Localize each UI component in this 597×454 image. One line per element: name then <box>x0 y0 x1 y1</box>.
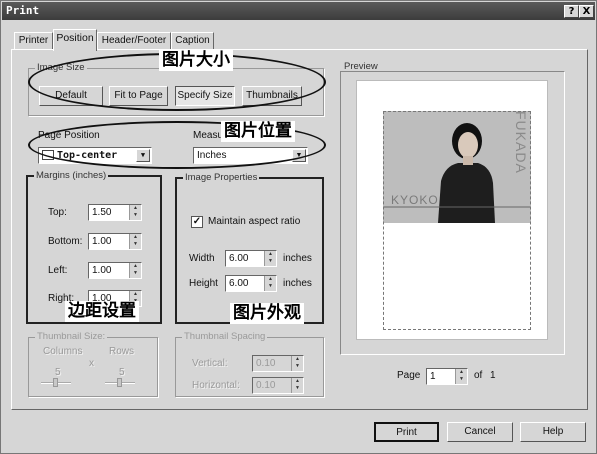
image-bounds-outline <box>383 111 531 330</box>
preview-page: FUKADA KYOKO <box>356 80 548 340</box>
thumbnail-size-group: Thumbnail Size: Columns Rows x 5 5 <box>28 331 158 397</box>
columns-label: Columns <box>43 346 83 357</box>
columns-slider[interactable] <box>41 378 71 387</box>
spinner-arrows-icon[interactable]: ▲▼ <box>291 378 303 393</box>
columns-value: 5 <box>55 367 61 378</box>
spinner-arrows-icon[interactable]: ▲▼ <box>291 356 303 371</box>
width-label: Width <box>189 253 215 264</box>
spinner-arrows-icon[interactable]: ▲▼ <box>129 205 141 220</box>
width-input[interactable]: 6.00 ▲ ▼ <box>225 250 277 267</box>
left-label: Left: <box>48 265 68 276</box>
width-unit: inches <box>283 253 312 264</box>
rows-slider[interactable] <box>105 378 135 387</box>
height-unit: inches <box>283 278 312 289</box>
annotation-appearance: 图片外观 <box>230 303 304 324</box>
horizontal-label: Horizontal: <box>192 380 240 391</box>
page-input[interactable]: 1 ▲ ▼ <box>426 368 468 385</box>
rows-label: Rows <box>109 346 135 357</box>
annotation-margins: 边距设置 <box>65 301 139 322</box>
help-title-button[interactable]: ? <box>564 5 579 18</box>
page-label: Page <box>397 370 421 381</box>
left-margin-input[interactable]: 1.00 ▲ ▼ <box>88 262 142 279</box>
spinner-arrows-icon[interactable]: ▲▼ <box>455 369 467 384</box>
window-title: Print <box>6 4 40 17</box>
slider-thumb-icon[interactable] <box>117 378 122 387</box>
bottom-margin-input[interactable]: 1.00 ▲ ▼ <box>88 233 142 250</box>
print-dialog: Print ? X Printer Position Header/Footer… <box>0 0 597 454</box>
page-value: 1 <box>430 371 436 382</box>
thumbnail-size-legend: Thumbnail Size: <box>35 331 108 342</box>
left-margin-value: 1.00 <box>92 265 112 276</box>
vertical-spacing-input[interactable]: 0.10 ▲ ▼ <box>252 355 304 372</box>
thumbnail-spacing-legend: Thumbnail Spacing <box>182 331 268 342</box>
tab-caption[interactable]: Caption <box>171 32 214 50</box>
maintain-aspect-checkbox[interactable]: ✓ <box>191 216 203 228</box>
spinner-arrows-icon[interactable]: ▲▼ <box>129 234 141 249</box>
spinner-arrows-icon[interactable]: ▲▼ <box>129 263 141 278</box>
thumbnail-spacing-group: Thumbnail Spacing Vertical: 0.10 ▲ ▼ Horiz… <box>175 331 324 397</box>
height-input[interactable]: 6.00 ▲ ▼ <box>225 275 277 292</box>
title-bar: Print ? X <box>2 2 595 20</box>
vertical-label: Vertical: <box>192 358 228 369</box>
print-button[interactable]: Print <box>374 422 439 442</box>
bottom-label: Bottom: <box>48 236 83 247</box>
rows-value: 5 <box>119 367 125 378</box>
height-value: 6.00 <box>229 278 249 289</box>
cancel-button[interactable]: Cancel <box>447 422 513 442</box>
total-pages: 1 <box>490 370 496 381</box>
of-label: of <box>474 370 483 381</box>
image-properties-legend: Image Properties <box>183 172 260 183</box>
slider-thumb-icon[interactable] <box>53 378 58 387</box>
horizontal-spacing-input[interactable]: 0.10 ▲ ▼ <box>252 377 304 394</box>
height-label: Height <box>189 278 218 289</box>
top-label: Top: <box>48 207 67 218</box>
image-properties-group: Image Properties ✓ Maintain aspect ratio… <box>175 172 324 324</box>
preview-pane: FUKADA KYOKO <box>340 71 565 355</box>
margins-legend: Margins (inches) <box>34 170 109 181</box>
help-button[interactable]: Help <box>520 422 586 442</box>
spinner-arrows-icon[interactable]: ▲▼ <box>264 276 276 291</box>
top-margin-value: 1.50 <box>92 207 112 218</box>
tab-printer[interactable]: Printer <box>14 32 53 50</box>
close-icon[interactable]: X <box>579 5 594 18</box>
maintain-aspect-label: Maintain aspect ratio <box>208 216 301 227</box>
annotation-position: 图片位置 <box>221 121 295 142</box>
tab-position[interactable]: Position <box>53 29 97 51</box>
vertical-spacing-value: 0.10 <box>256 358 276 369</box>
annotation-image-size: 图片大小 <box>159 50 233 71</box>
horizontal-spacing-value: 0.10 <box>256 380 276 391</box>
width-value: 6.00 <box>229 253 249 264</box>
spinner-arrows-icon[interactable]: ▲▼ <box>264 251 276 266</box>
tab-header-footer[interactable]: Header/Footer <box>97 32 171 50</box>
top-margin-input[interactable]: 1.50 ▲ ▼ <box>88 204 142 221</box>
size-x-label: x <box>89 358 94 369</box>
bottom-margin-value: 1.00 <box>92 236 112 247</box>
